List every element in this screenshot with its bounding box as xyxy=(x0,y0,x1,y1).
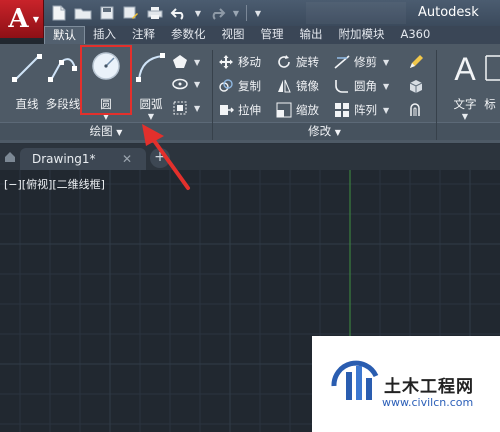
trim-dropdown-icon[interactable]: ▼ xyxy=(383,58,389,67)
mirror-tool-button[interactable]: 镜像 xyxy=(276,76,319,96)
polygon-tool-button[interactable]: ▼ xyxy=(172,52,200,72)
scale-icon xyxy=(276,102,292,118)
array-icon xyxy=(335,103,349,117)
offset-tool-button[interactable] xyxy=(408,100,424,120)
tab-annotate[interactable]: 注释 xyxy=(124,26,163,44)
region-tool-button[interactable]: ▼ xyxy=(172,98,200,118)
boundary-dropdown-icon[interactable]: ▼ xyxy=(194,104,200,113)
scale-label: 缩放 xyxy=(296,103,319,117)
move-label: 移动 xyxy=(238,55,261,69)
tab-addins[interactable]: 附加模块 xyxy=(331,26,393,44)
cube-icon xyxy=(409,80,423,93)
dimension-label: 标 xyxy=(484,97,496,111)
redo-icon[interactable] xyxy=(208,4,226,22)
ellipse-dropdown-icon[interactable]: ▼ xyxy=(194,80,200,89)
move-icon xyxy=(219,55,233,69)
draw-panel-label: 绘图 xyxy=(89,124,113,138)
print-icon[interactable] xyxy=(146,4,164,22)
application-menu-button[interactable]: A ▼ xyxy=(0,0,44,38)
title-decoration xyxy=(306,2,406,24)
fillet-dropdown-icon[interactable]: ▼ xyxy=(383,82,389,91)
tab-output[interactable]: 输出 xyxy=(292,26,331,44)
ellipse-icon xyxy=(172,78,188,90)
text-icon: A xyxy=(454,51,476,87)
modify-panel-label: 修改 xyxy=(308,124,332,138)
arc-tool-button[interactable]: 圆弧 ▼ xyxy=(128,50,174,121)
redo-dropdown-icon[interactable]: ▼ xyxy=(232,4,240,22)
hatch-tool-button[interactable]: ▼ xyxy=(172,74,200,94)
quick-access-toolbar: ▼ ▼ ▼ xyxy=(50,3,263,23)
stretch-icon xyxy=(220,105,234,115)
copy-label: 复制 xyxy=(238,79,261,93)
app-title: Autodesk xyxy=(418,5,479,20)
array-dropdown-icon[interactable]: ▼ xyxy=(383,106,389,115)
mirror-label: 镜像 xyxy=(296,79,319,93)
rotate-icon xyxy=(278,55,290,68)
tab-manage[interactable]: 管理 xyxy=(253,26,292,44)
annotation-panel-title[interactable] xyxy=(437,122,500,140)
rotate-label: 旋转 xyxy=(296,55,319,69)
fillet-label: 圆角 xyxy=(354,79,377,93)
arc-dropdown-icon[interactable]: ▼ xyxy=(128,112,174,121)
scale-tool-button[interactable]: 缩放 xyxy=(276,100,319,120)
arc-icon xyxy=(136,53,165,82)
new-tab-button[interactable]: + xyxy=(150,148,170,168)
stretch-label: 拉伸 xyxy=(238,103,261,117)
open-folder-icon[interactable] xyxy=(74,4,92,22)
arc-label: 圆弧 xyxy=(139,97,163,111)
chevron-down-icon: ▼ xyxy=(116,128,123,137)
polygon-icon xyxy=(173,55,187,68)
tab-insert[interactable]: 插入 xyxy=(85,26,124,44)
mirror-icon xyxy=(278,79,291,93)
copy-icon xyxy=(219,79,233,92)
polygon-dropdown-icon[interactable]: ▼ xyxy=(194,58,200,67)
trim-label: 修剪 xyxy=(354,55,377,69)
watermark-title: 土木工程网 xyxy=(384,377,474,397)
fillet-tool-button[interactable]: 圆角 ▼ xyxy=(334,76,389,96)
erase-tool-button[interactable] xyxy=(408,52,424,72)
copy-tool-button[interactable]: 复制 xyxy=(218,76,261,96)
watermark-url: www.civilcn.com xyxy=(382,396,474,409)
dimension-icon xyxy=(485,55,500,81)
draw-panel-title[interactable]: 绘图 ▼ xyxy=(0,122,212,140)
dimension-tool-button[interactable]: 标 xyxy=(480,50,500,120)
pencil-icon xyxy=(410,55,423,68)
offset-icon xyxy=(410,103,420,116)
undo-icon[interactable] xyxy=(170,4,188,22)
chevron-down-icon: ▼ xyxy=(334,128,341,137)
save-as-icon[interactable] xyxy=(122,4,140,22)
explode-tool-button[interactable] xyxy=(408,76,424,96)
tab-a360[interactable]: A360 xyxy=(393,26,439,44)
tab-default[interactable]: 默认 xyxy=(44,26,85,44)
tab-view[interactable]: 视图 xyxy=(214,26,253,44)
close-icon[interactable]: ✕ xyxy=(122,150,132,168)
new-file-icon[interactable] xyxy=(50,4,68,22)
trim-tool-button[interactable]: 修剪 ▼ xyxy=(334,52,389,72)
modify-panel-title[interactable]: 修改 ▼ xyxy=(213,122,436,140)
watermark-logo-icon xyxy=(331,360,379,400)
stretch-tool-button[interactable]: 拉伸 xyxy=(218,100,261,120)
boundary-icon xyxy=(173,101,187,115)
home-icon[interactable] xyxy=(4,151,16,163)
file-tab-label: Drawing1* xyxy=(32,152,96,166)
move-tool-button[interactable]: 移动 xyxy=(218,52,261,72)
toolbar-separator xyxy=(246,5,247,21)
trim-icon xyxy=(334,55,350,69)
tab-parametric[interactable]: 参数化 xyxy=(163,26,214,44)
undo-dropdown-icon[interactable]: ▼ xyxy=(194,4,202,22)
polyline-icon xyxy=(48,58,77,82)
svg-text:A: A xyxy=(454,51,476,86)
viewport-controls[interactable]: [−][俯视][二维线框] xyxy=(4,176,105,192)
rotate-tool-button[interactable]: 旋转 xyxy=(276,52,319,72)
ribbon-tab-row: 默认 插入 注释 参数化 视图 管理 输出 附加模块 A360 xyxy=(44,26,500,44)
chevron-down-icon: ▼ xyxy=(32,15,39,24)
circle-tool-highlight xyxy=(80,45,132,115)
save-icon[interactable] xyxy=(98,4,116,22)
fillet-icon xyxy=(335,80,348,93)
customize-toolbar-icon[interactable]: ▼ xyxy=(253,4,263,22)
array-label: 阵列 xyxy=(354,103,377,117)
autocad-logo-icon: A xyxy=(8,4,29,34)
array-tool-button[interactable]: 阵列 ▼ xyxy=(334,100,389,120)
